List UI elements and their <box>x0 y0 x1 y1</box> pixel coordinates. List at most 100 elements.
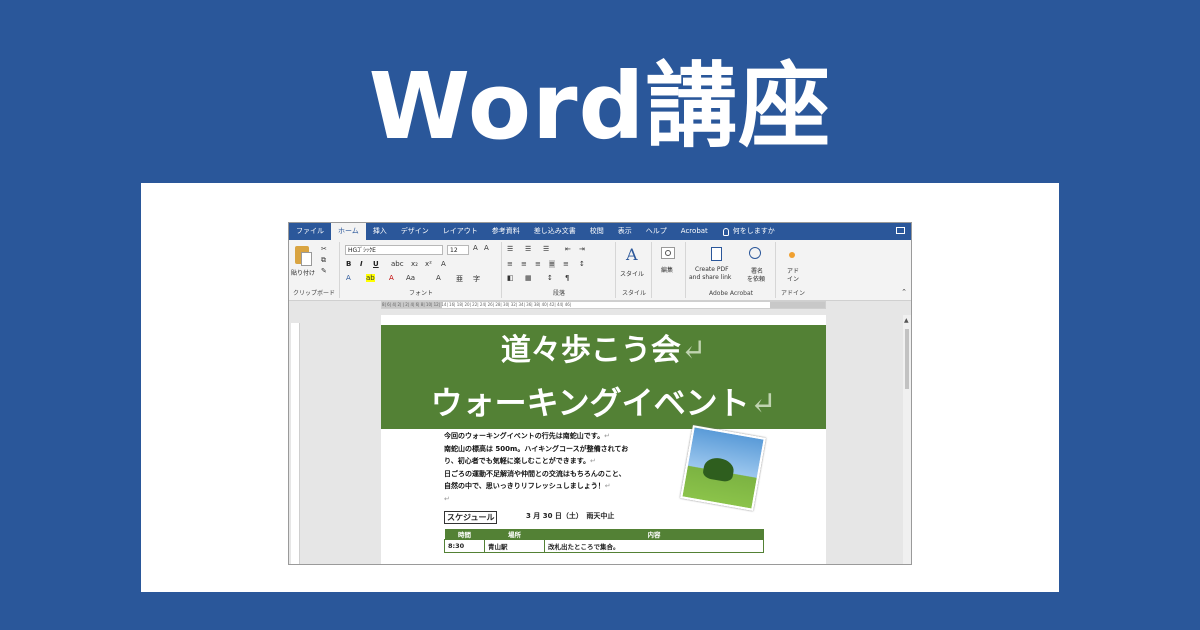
tab-home[interactable]: ホーム <box>331 223 366 240</box>
document-page[interactable]: 道々歩こう会↵ ウォーキングイベント↵ 今回のウォーキングイベントの行先は南蛇山… <box>381 315 826 564</box>
font-group: HGｺﾞｼｯｸE 12 A A B I U abc x₂ x² A A ab A… <box>341 242 502 298</box>
line-spacing-icon[interactable]: ↕ <box>579 260 585 268</box>
landscape-photo[interactable] <box>680 425 766 511</box>
tab-file[interactable]: ファイル <box>289 223 331 240</box>
styles-group-label: スタイル <box>621 290 646 297</box>
tab-review[interactable]: 校閲 <box>583 223 611 240</box>
styles-group: A スタイル スタイル <box>617 242 652 298</box>
addin-icon[interactable] <box>789 252 795 258</box>
phonetic-icon[interactable]: 亜 <box>456 274 463 284</box>
event-date: 3 月 30 日（土） 雨天中止 <box>526 512 615 520</box>
italic-button[interactable]: I <box>360 260 363 268</box>
enclose-char-icon[interactable]: 字 <box>473 274 480 284</box>
clipboard-group: 貼り付け ✂ ⧉ ✎ クリップボード <box>289 242 340 298</box>
collapse-ribbon-icon[interactable]: ⌃ <box>901 288 907 296</box>
strikethrough-icon[interactable]: abc <box>391 260 404 268</box>
word-window: ファイル ホーム 挿入 デザイン レイアウト 参考資料 差し込み文書 校閲 表示… <box>288 222 912 565</box>
tab-design[interactable]: デザイン <box>394 223 436 240</box>
create-pdf-line2[interactable]: and share link <box>689 274 731 281</box>
subscript-icon[interactable]: x₂ <box>411 260 418 268</box>
intro-line: ↵ <box>444 494 450 503</box>
font-color-icon[interactable]: A <box>389 274 394 282</box>
scroll-thumb[interactable] <box>905 329 909 389</box>
align-center-icon[interactable]: ≡ <box>521 260 527 268</box>
borders-icon[interactable]: ▦ <box>525 274 532 282</box>
paste-icon[interactable] <box>295 246 312 266</box>
schedule-table: 時間 場所 内容 8:30 青山駅 改札出たところで集合。 <box>444 529 764 553</box>
addin-group-label: アドイン <box>780 290 805 297</box>
tab-view[interactable]: 表示 <box>611 223 639 240</box>
tab-mailings[interactable]: 差し込み文書 <box>527 223 583 240</box>
col-header-content: 内容 <box>544 529 764 540</box>
heading-line2: ウォーキングイベント↵ <box>381 381 826 425</box>
shrink-font-icon[interactable]: A <box>436 274 441 282</box>
numbering-icon[interactable]: ☰ <box>525 245 531 253</box>
align-right-icon[interactable]: ≡ <box>535 260 541 268</box>
scroll-up-icon[interactable]: ▲ <box>904 317 909 324</box>
change-case-icon[interactable]: Aa <box>406 274 415 282</box>
font-size-select[interactable]: 12 <box>447 245 469 255</box>
heading2-text: ウォーキングイベント <box>430 384 750 422</box>
justify-icon[interactable]: ≡ <box>549 260 555 268</box>
vertical-scrollbar[interactable]: ▲ <box>903 315 911 564</box>
lightbulb-icon <box>722 227 729 236</box>
intro-line: 日ごろの運動不足解消や仲間との交流はもちろんのこと、 <box>444 469 626 478</box>
sort-icon[interactable]: ↕ <box>547 274 553 282</box>
table-cell: 8:30 <box>444 539 485 553</box>
copy-icon[interactable]: ⧉ <box>321 256 326 265</box>
pdf-icon[interactable] <box>711 247 722 261</box>
tree-shape <box>702 455 736 483</box>
acrobat-group: Create PDF and share link 署名 を依頼 Adobe A… <box>687 242 776 298</box>
align-left-icon[interactable]: ≡ <box>507 260 513 268</box>
banner-title: Word講座 <box>368 53 832 160</box>
signature-request-icon[interactable] <box>749 247 761 259</box>
format-painter-icon[interactable]: ✎ <box>321 267 327 275</box>
horizontal-ruler: 8| 6| 4| 2| | 2| 4| 6| 8| 10| 12| 14| 16… <box>381 301 826 309</box>
return-mark: ↵ <box>749 384 777 422</box>
tell-me-search[interactable]: 何をしますか <box>715 223 775 240</box>
sign-line2[interactable]: を依頼 <box>747 274 765 283</box>
intro-text[interactable]: 今回のウォーキングイベントの行先は南蛇山です。↵ 南蛇山の標高は 500m。ハイ… <box>444 430 684 505</box>
bold-button[interactable]: B <box>346 260 351 268</box>
table-row: 8:30 青山駅 改札出たところで集合。 <box>444 539 764 553</box>
highlight-icon[interactable]: ab <box>366 274 375 282</box>
intro-line: り、初心者でも気軽に楽しむことができます。↵ <box>444 457 596 465</box>
find-icon[interactable] <box>661 247 675 259</box>
comment-icon[interactable] <box>896 227 905 234</box>
show-marks-icon[interactable]: ¶ <box>565 274 569 282</box>
grow-font-icon[interactable]: A <box>473 244 478 252</box>
tab-acrobat[interactable]: Acrobat <box>674 223 715 240</box>
tab-insert[interactable]: 挿入 <box>366 223 394 240</box>
superscript-icon[interactable]: x² <box>425 260 432 268</box>
tab-help[interactable]: ヘルプ <box>639 223 674 240</box>
addin-line2[interactable]: イン <box>787 274 799 283</box>
editing-group: 編集 <box>653 242 686 298</box>
font-name-select[interactable]: HGｺﾞｼｯｸE <box>345 245 443 255</box>
bullets-icon[interactable]: ☰ <box>507 245 513 253</box>
intro-line: 今回のウォーキングイベントの行先は南蛇山です。↵ <box>444 432 610 440</box>
cut-icon[interactable]: ✂ <box>321 245 327 253</box>
decrease-indent-icon[interactable]: ⇤ <box>565 245 571 253</box>
tab-references[interactable]: 参考資料 <box>485 223 527 240</box>
editing-button[interactable]: 編集 <box>661 265 673 274</box>
text-effect-icon[interactable]: A <box>346 274 351 282</box>
heading-banner: 道々歩こう会↵ ウォーキングイベント↵ <box>381 325 826 429</box>
tab-layout[interactable]: レイアウト <box>436 223 485 240</box>
create-pdf-line1[interactable]: Create PDF <box>695 266 729 273</box>
ruler-ticks: 8| 6| 4| 2| | 2| 4| 6| 8| 10| 12| 14| 16… <box>382 302 572 307</box>
tell-me-label: 何をしますか <box>732 227 775 235</box>
ruler-margin-right <box>770 302 825 308</box>
col-header-time: 時間 <box>444 529 485 540</box>
clear-format-icon[interactable]: A <box>484 244 489 252</box>
underline-button[interactable]: U <box>373 260 379 268</box>
multilevel-list-icon[interactable]: ☰ <box>543 245 549 253</box>
increase-indent-icon[interactable]: ⇥ <box>579 245 585 253</box>
table-cell: 改札出たところで集合。 <box>544 539 764 553</box>
paste-button[interactable]: 貼り付け <box>291 268 315 277</box>
distributed-icon[interactable]: ≡ <box>563 260 569 268</box>
acrobat-group-label: Adobe Acrobat <box>708 290 754 297</box>
shading-icon[interactable]: ◧ <box>507 274 514 282</box>
text-effects-icon[interactable]: A <box>441 260 446 268</box>
styles-button[interactable]: スタイル <box>620 269 644 278</box>
styles-icon[interactable]: A <box>626 245 638 264</box>
